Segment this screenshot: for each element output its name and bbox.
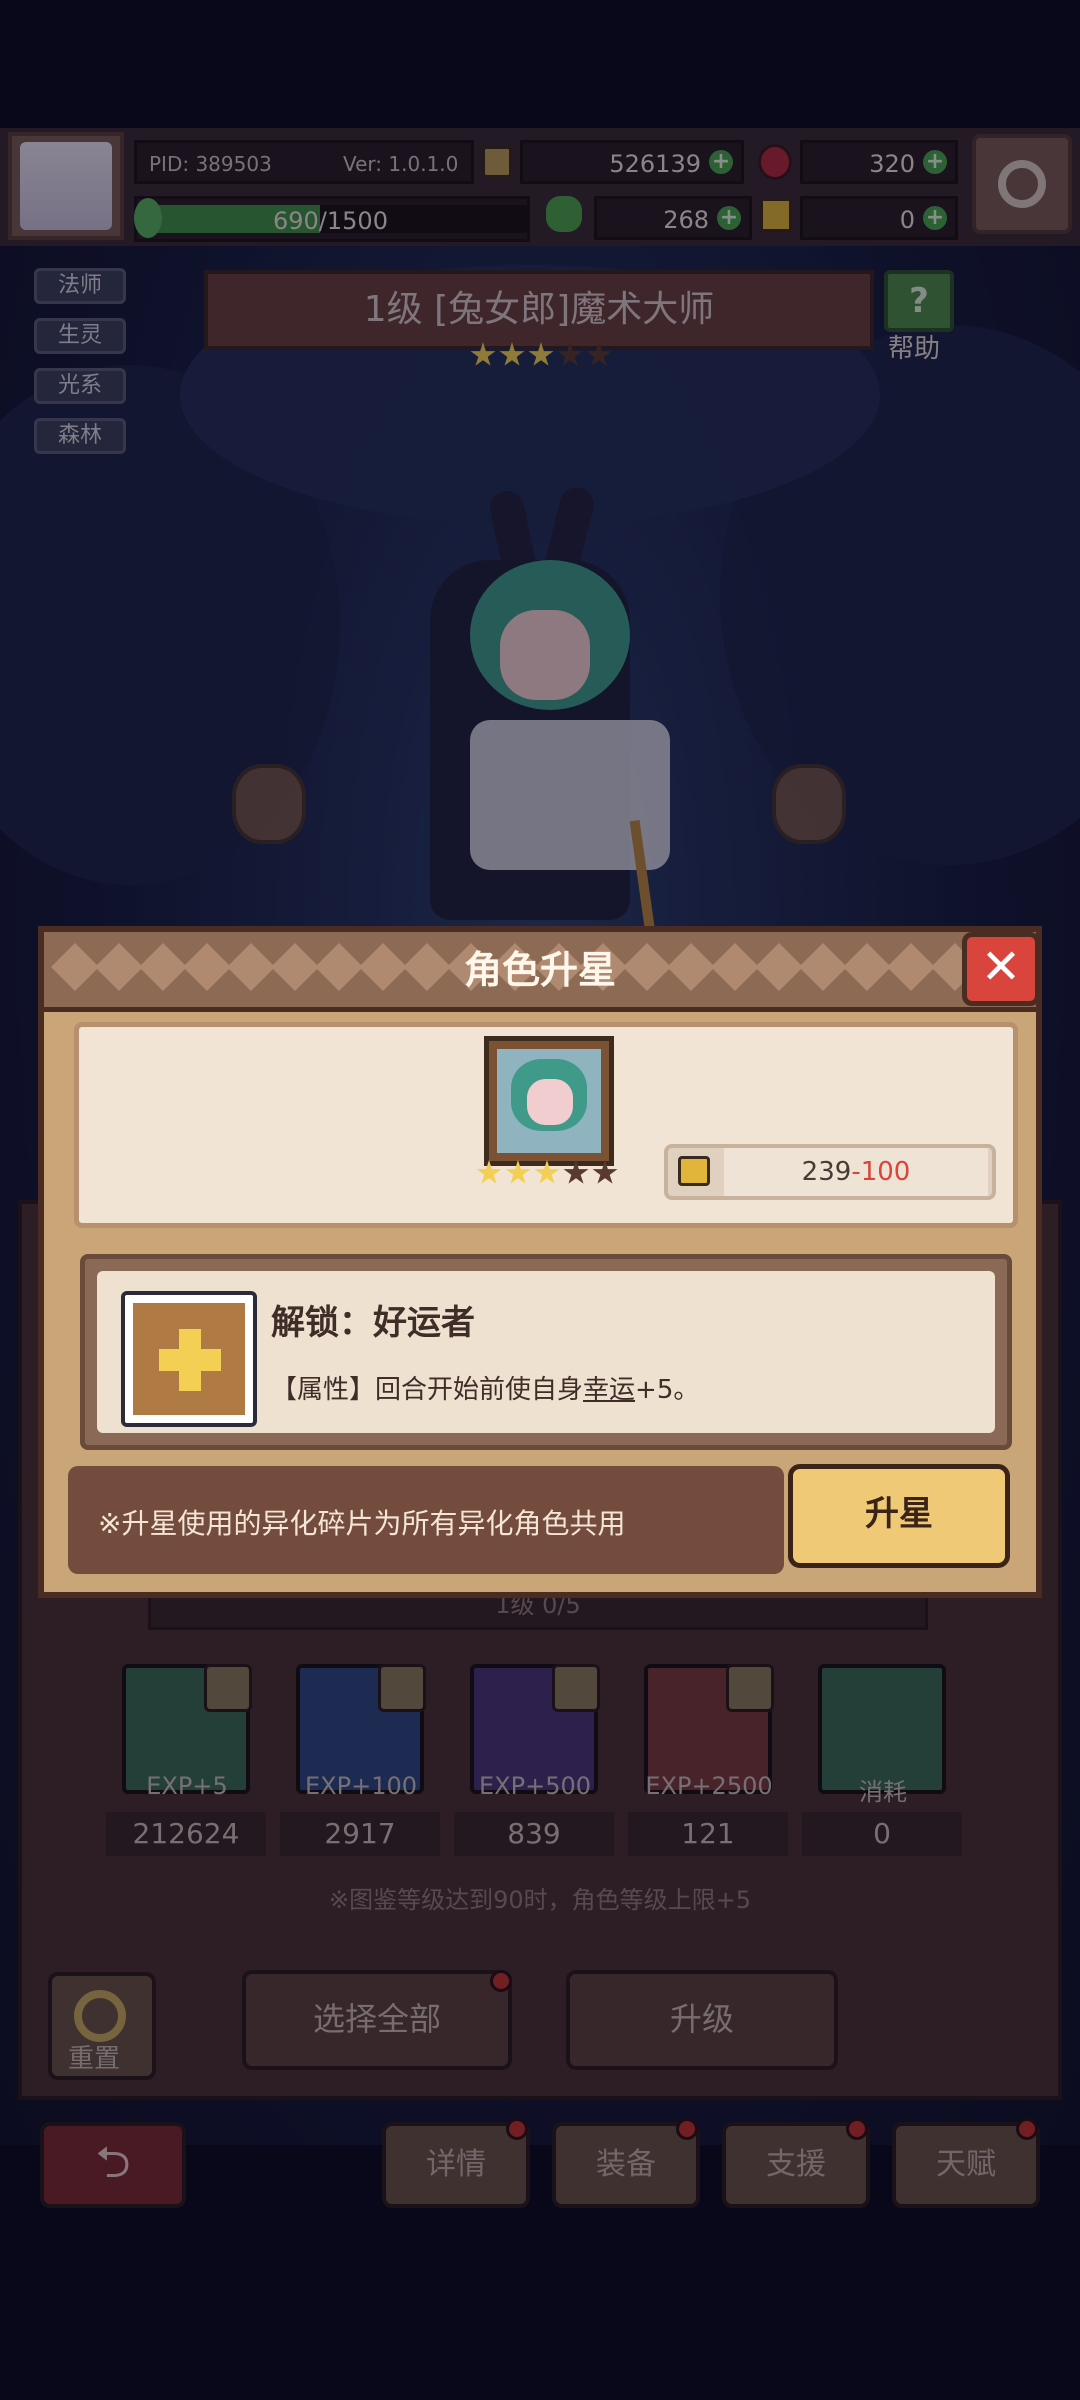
upgrade-star-button[interactable]: 升星 xyxy=(788,1464,1010,1568)
unlock-card: 解锁：好运者 【属性】回合开始前使自身幸运+5。 xyxy=(80,1254,1012,1450)
close-dialog-button[interactable]: ✕ xyxy=(962,932,1040,1006)
shard-note: ※升星使用的异化碎片为所有异化角色共用 xyxy=(98,1507,626,1540)
unlock-desc-prefix: 【属性】回合开始前使自身 xyxy=(271,1375,584,1405)
character-portrait xyxy=(484,1036,614,1166)
close-icon: ✕ xyxy=(980,939,1022,995)
star-filled-icon xyxy=(476,1160,502,1184)
portrait-star-rating xyxy=(476,1160,626,1190)
unlock-desc-keyword[interactable]: 幸运 xyxy=(583,1375,635,1405)
shard-icon xyxy=(678,1156,710,1186)
star-empty-icon xyxy=(563,1160,589,1184)
unlock-card-inner: 解锁：好运者 【属性】回合开始前使自身幸运+5。 xyxy=(97,1271,995,1433)
star-filled-icon xyxy=(505,1160,531,1184)
portrait-image xyxy=(497,1049,601,1153)
star-empty-icon xyxy=(592,1160,618,1184)
shard-owned: 239 xyxy=(801,1157,852,1187)
unlock-description: 【属性】回合开始前使自身幸运+5。 xyxy=(271,1369,699,1406)
shard-value: 239-100 xyxy=(724,1148,988,1196)
unlock-title: 解锁：好运者 xyxy=(271,1303,475,1343)
shard-cost: -100 xyxy=(851,1157,911,1187)
shard-note-bar: ※升星使用的异化碎片为所有异化角色共用 xyxy=(68,1466,784,1574)
lucky-skill-icon xyxy=(121,1291,257,1427)
unlock-desc-suffix: +5。 xyxy=(635,1375,700,1405)
upgrade-star-dialog: 角色升星 239-100 解锁：好运者 【属性】回合开始前使自身幸运+5。 ※升… xyxy=(38,926,1042,1598)
star-filled-icon xyxy=(534,1160,560,1184)
shard-cost-bar: 239-100 xyxy=(664,1144,996,1200)
dialog-title: 角色升星 xyxy=(463,948,616,992)
dialog-header: 角色升星 xyxy=(44,932,1036,1012)
